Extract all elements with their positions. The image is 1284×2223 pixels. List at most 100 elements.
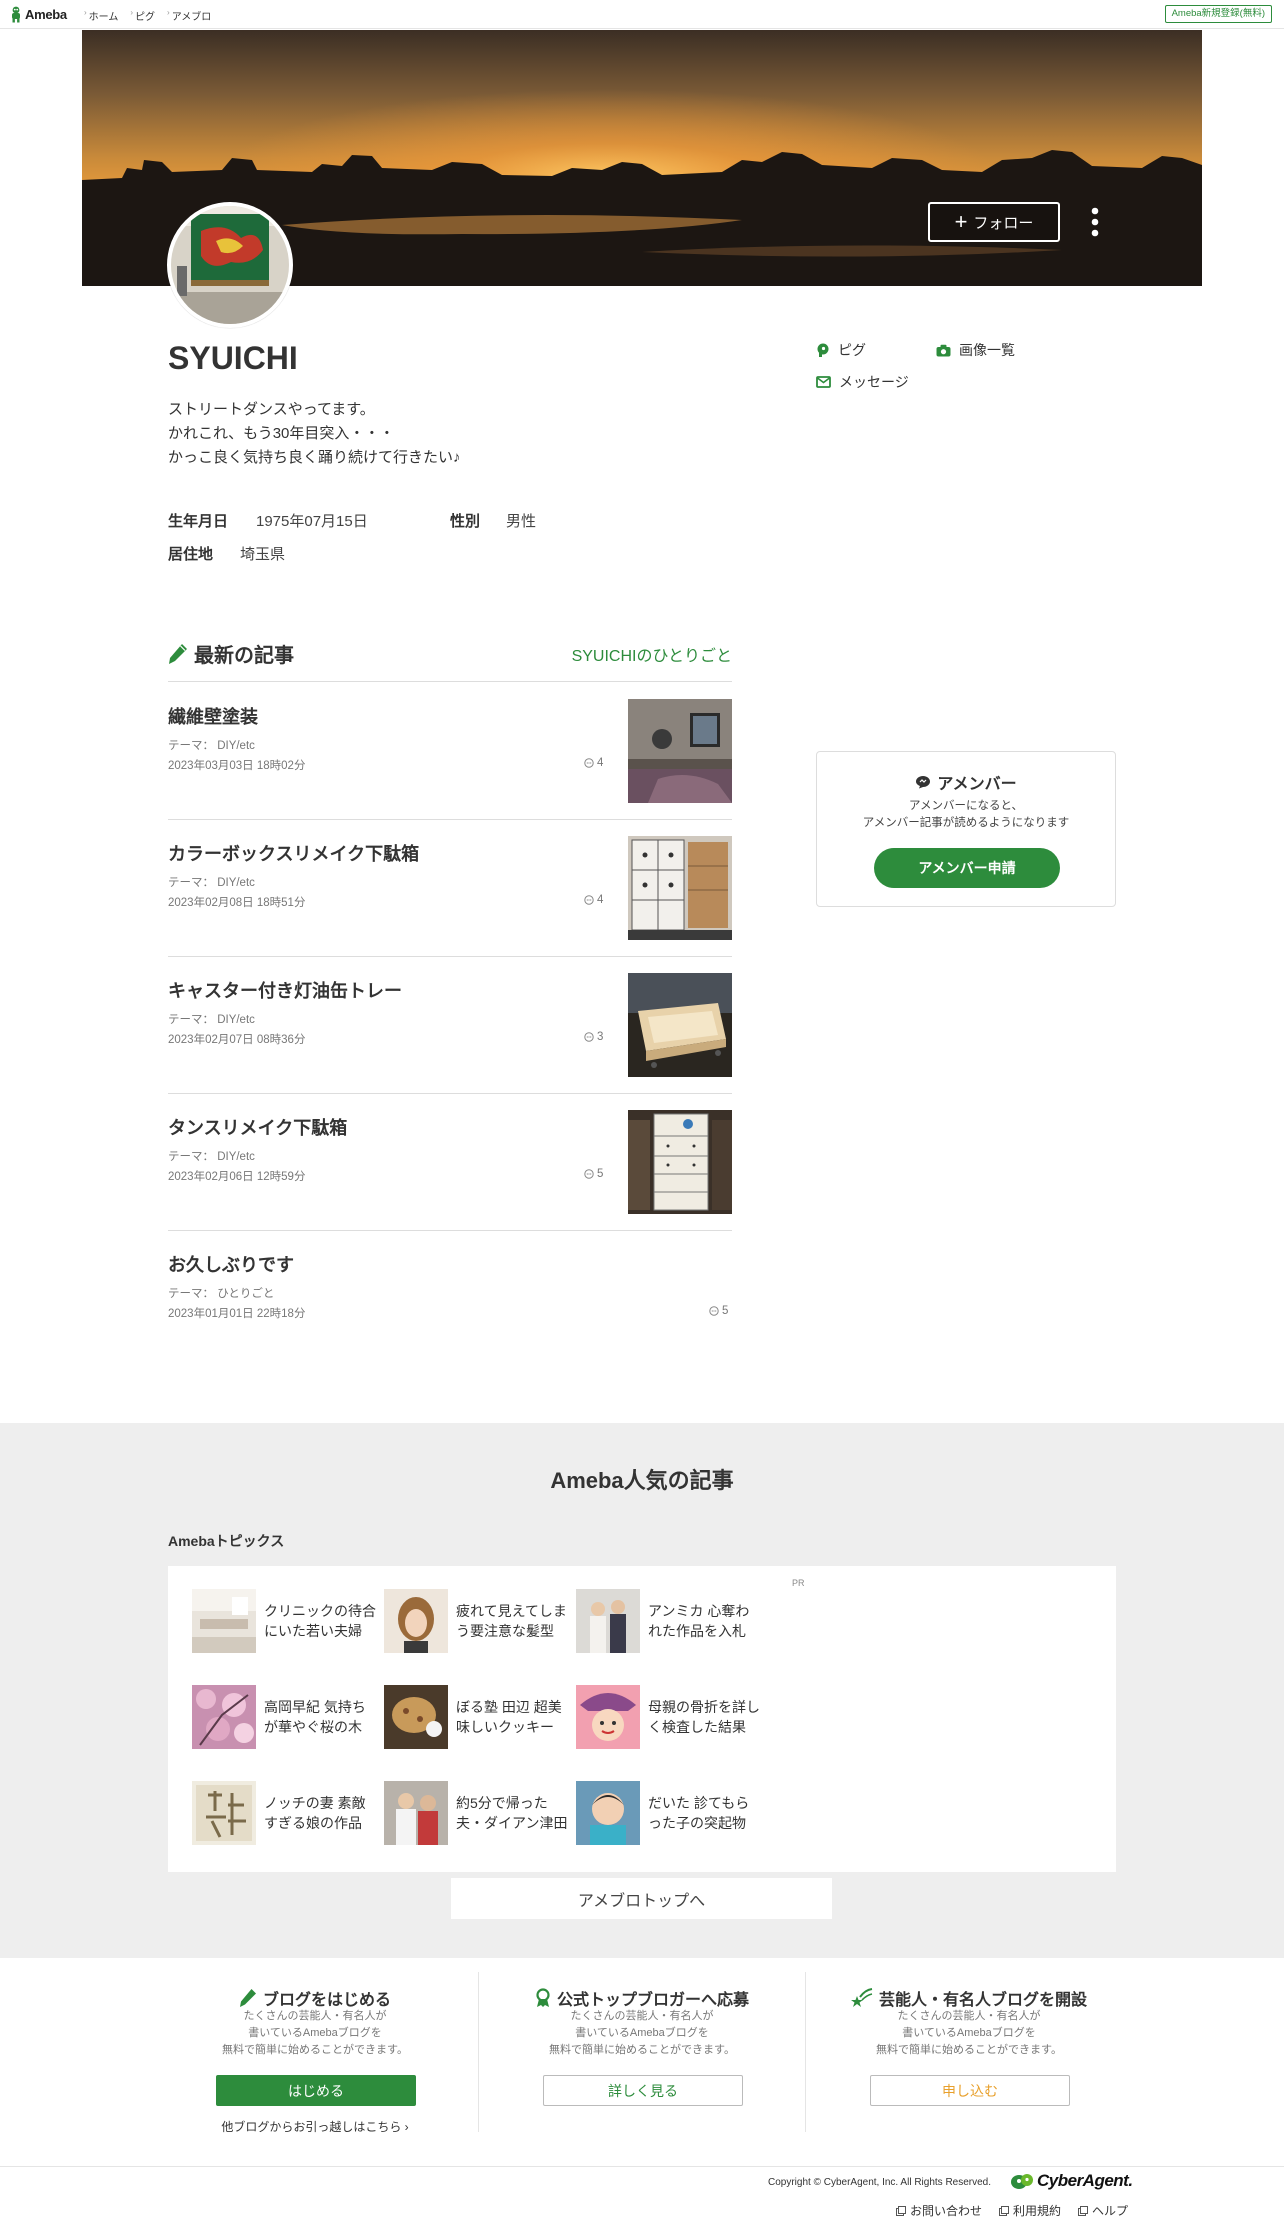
apply-button[interactable]: 申し込む <box>870 2075 1070 2106</box>
topic-item[interactable]: 約5分で帰った 夫・ダイアン津田 <box>384 1780 570 1846</box>
article-title[interactable]: 繊維壁塗装 <box>168 703 258 729</box>
cyberagent-logo[interactable]: CyberAgent. <box>1010 2171 1133 2191</box>
promo-title: 芸能人・有名人ブログを開設 <box>806 1986 1132 2010</box>
ameblo-top-button[interactable]: アメブロトップへ <box>451 1878 832 1919</box>
plus-icon: + <box>954 209 968 234</box>
avatar <box>167 202 293 328</box>
promo-description: たくさんの芸能人・有名人が 書いているAmebaブログを 無料で簡単に始めること… <box>479 2008 805 2059</box>
ameba-logo[interactable]: Ameba <box>10 6 67 23</box>
footer-link-help[interactable]: ヘルプ <box>1078 2202 1128 2219</box>
message-link[interactable]: メッセージ <box>816 372 909 392</box>
ameba-logo-icon <box>12 6 20 23</box>
breadcrumb: › ホーム › ピグ › アメブロ <box>84 8 223 23</box>
article-title[interactable]: カラーボックスリメイク下駄箱 <box>168 840 419 866</box>
topic-thumbnail <box>192 1781 256 1845</box>
topic-item[interactable]: アンミカ 心奪わ れた作品を入札 <box>576 1588 762 1654</box>
topic-line: 母親の骨折を詳し <box>648 1699 760 1715</box>
wooden-tray-image <box>628 973 732 1077</box>
promo-desc-line: 無料で簡単に始めることができます。 <box>876 2044 1062 2056</box>
migrate-blog-link[interactable]: 他ブログからお引っ越しはこちら › <box>152 2118 478 2135</box>
topic-text: ノッチの妻 素敵 すぎる娘の作品 <box>264 1793 378 1833</box>
blog-title-link[interactable]: SYUICHIのひとりごと <box>572 642 732 666</box>
breadcrumb-ameblo[interactable]: アメブロ <box>172 8 212 23</box>
topic-item[interactable]: クリニックの待合 にいた若い夫婦 <box>192 1588 378 1654</box>
article-thumbnail[interactable] <box>628 699 732 803</box>
article-item[interactable]: お久しぶりです テーマ： ひとりごと 2023年01月01日 22時18分 5 <box>168 1231 732 1368</box>
article-thumbnail[interactable] <box>628 973 732 1077</box>
celebrity-image <box>576 1589 640 1653</box>
topic-text: 疲れて見えてしま う要注意な髪型 <box>456 1601 570 1641</box>
article-thumbnail[interactable] <box>628 836 732 940</box>
start-blog-button[interactable]: はじめる <box>216 2075 416 2106</box>
topic-thumbnail <box>576 1589 640 1653</box>
topic-text: ぼる塾 田辺 超美 味しいクッキー <box>456 1697 570 1737</box>
comment-icon <box>709 1306 719 1316</box>
topic-text: 約5分で帰った 夫・ダイアン津田 <box>456 1793 570 1833</box>
recent-articles-title-text: 最新の記事 <box>194 645 294 667</box>
article-item[interactable]: カラーボックスリメイク下駄箱 テーマ： DIY/etc 2023年02月08日 … <box>168 820 732 957</box>
promo-title-text: ブログをはじめる <box>262 1992 391 2009</box>
follow-button[interactable]: + フォロー <box>928 202 1060 242</box>
shooting-star-icon <box>850 1988 873 2007</box>
article-thumbnail[interactable] <box>628 1110 732 1214</box>
article-theme: テーマ： ひとりごと <box>168 1288 275 1300</box>
learn-more-button[interactable]: 詳しく見る <box>543 2075 743 2106</box>
promo-top-blogger: 公式トップブロガーへ応募 たくさんの芸能人・有名人が 書いているAmebaブログ… <box>479 1972 805 2132</box>
topic-text: クリニックの待合 にいた若い夫婦 <box>264 1601 378 1641</box>
topic-text: だいた 診てもら った子の突起物 <box>648 1793 762 1833</box>
article-theme: テーマ： DIY/etc <box>168 740 255 752</box>
register-button[interactable]: Ameba新規登録(無料) <box>1164 5 1272 23</box>
shoe-box-image <box>628 836 732 940</box>
comment-count: 3 <box>584 1031 603 1043</box>
article-title[interactable]: お久しぶりです <box>168 1251 294 1277</box>
more-menu-button[interactable] <box>1086 206 1104 238</box>
topic-line: アンミカ 心奪わ <box>648 1603 750 1619</box>
clinic-image <box>192 1589 256 1653</box>
promo-start-blog: ブログをはじめる たくさんの芸能人・有名人が 書いているAmebaブログを 無料… <box>152 1972 478 2135</box>
article-title[interactable]: タンスリメイク下駄箱 <box>168 1114 347 1140</box>
pigg-icon <box>817 343 829 357</box>
comment-icon <box>584 758 594 768</box>
topic-line: う要注意な髪型 <box>456 1623 554 1639</box>
footer-link-terms[interactable]: 利用規約 <box>999 2202 1061 2219</box>
topics-box: PR クリニックの待合 にいた若い夫婦 疲れて見えてしま う要注意な髪型 アンミ… <box>168 1566 1116 1872</box>
ameba-logo-text: Ameba <box>25 7 67 22</box>
breadcrumb-home[interactable]: ホーム <box>89 8 119 23</box>
topic-thumbnail <box>576 1685 640 1749</box>
cherry-blossom-image <box>192 1685 256 1749</box>
bio-line: かっこ良く気持ち良く踊り続けて行きたい♪ <box>168 449 461 466</box>
article-item[interactable]: キャスター付き灯油缶トレー テーマ： DIY/etc 2023年02月07日 0… <box>168 957 732 1094</box>
topic-item[interactable]: 母親の骨折を詳し く検査した結果 <box>576 1684 762 1750</box>
footer-link-contact[interactable]: お問い合わせ <box>896 2202 982 2219</box>
topic-item[interactable]: 疲れて見えてしま う要注意な髪型 <box>384 1588 570 1654</box>
topic-item[interactable]: 高岡早紀 気持ち が華やぐ桜の木 <box>192 1684 378 1750</box>
topic-text: 高岡早紀 気持ち が華やぐ桜の木 <box>264 1697 378 1737</box>
pigg-link[interactable]: ピグ <box>816 340 866 360</box>
image-list-link[interactable]: 画像一覧 <box>936 340 1015 360</box>
article-item[interactable]: タンスリメイク下駄箱 テーマ： DIY/etc 2023年02月06日 12時5… <box>168 1094 732 1231</box>
promo-celebrity-blog: 芸能人・有名人ブログを開設 たくさんの芸能人・有名人が 書いているAmebaブロ… <box>806 1972 1132 2132</box>
bio-line: ストリートダンスやってます。 <box>168 401 375 418</box>
article-item[interactable]: 繊維壁塗装 テーマ： DIY/etc 2023年03月03日 18時02分 4 <box>168 683 732 820</box>
promo-desc-line: 書いているAmebaブログを <box>575 2027 709 2039</box>
chevron-right-icon: › <box>130 8 134 17</box>
cyberagent-logo-icon <box>1011 2174 1033 2189</box>
topic-line: 夫・ダイアン津田 <box>456 1815 568 1831</box>
amember-icon <box>916 776 931 789</box>
amember-title: アメンバー <box>817 770 1115 794</box>
topic-item[interactable]: ぼる塾 田辺 超美 味しいクッキー <box>384 1684 570 1750</box>
topic-item[interactable]: だいた 診てもら った子の突起物 <box>576 1780 762 1846</box>
topic-item[interactable]: ノッチの妻 素敵 すぎる娘の作品 <box>192 1780 378 1846</box>
article-title[interactable]: キャスター付き灯油缶トレー <box>168 977 402 1003</box>
comment-count-value: 4 <box>597 894 604 906</box>
breadcrumb-pigg[interactable]: ピグ <box>135 8 155 23</box>
promo-title: ブログをはじめる <box>152 1986 478 2010</box>
residence-value: 埼玉県 <box>240 546 286 563</box>
topic-thumbnail <box>384 1589 448 1653</box>
amember-apply-button[interactable]: アメンバー申請 <box>874 848 1060 888</box>
footer-link-label: お問い合わせ <box>910 2204 983 2218</box>
amember-description: アメンバーになると、 アメンバー記事が読めるようになります <box>817 798 1115 832</box>
popular-articles-section: Ameba人気の記事 Amebaトピックス PR クリニックの待合 にいた若い夫… <box>0 1423 1284 1958</box>
comment-count-value: 5 <box>597 1168 604 1180</box>
topic-line: 高岡早紀 気持ち <box>264 1699 366 1715</box>
